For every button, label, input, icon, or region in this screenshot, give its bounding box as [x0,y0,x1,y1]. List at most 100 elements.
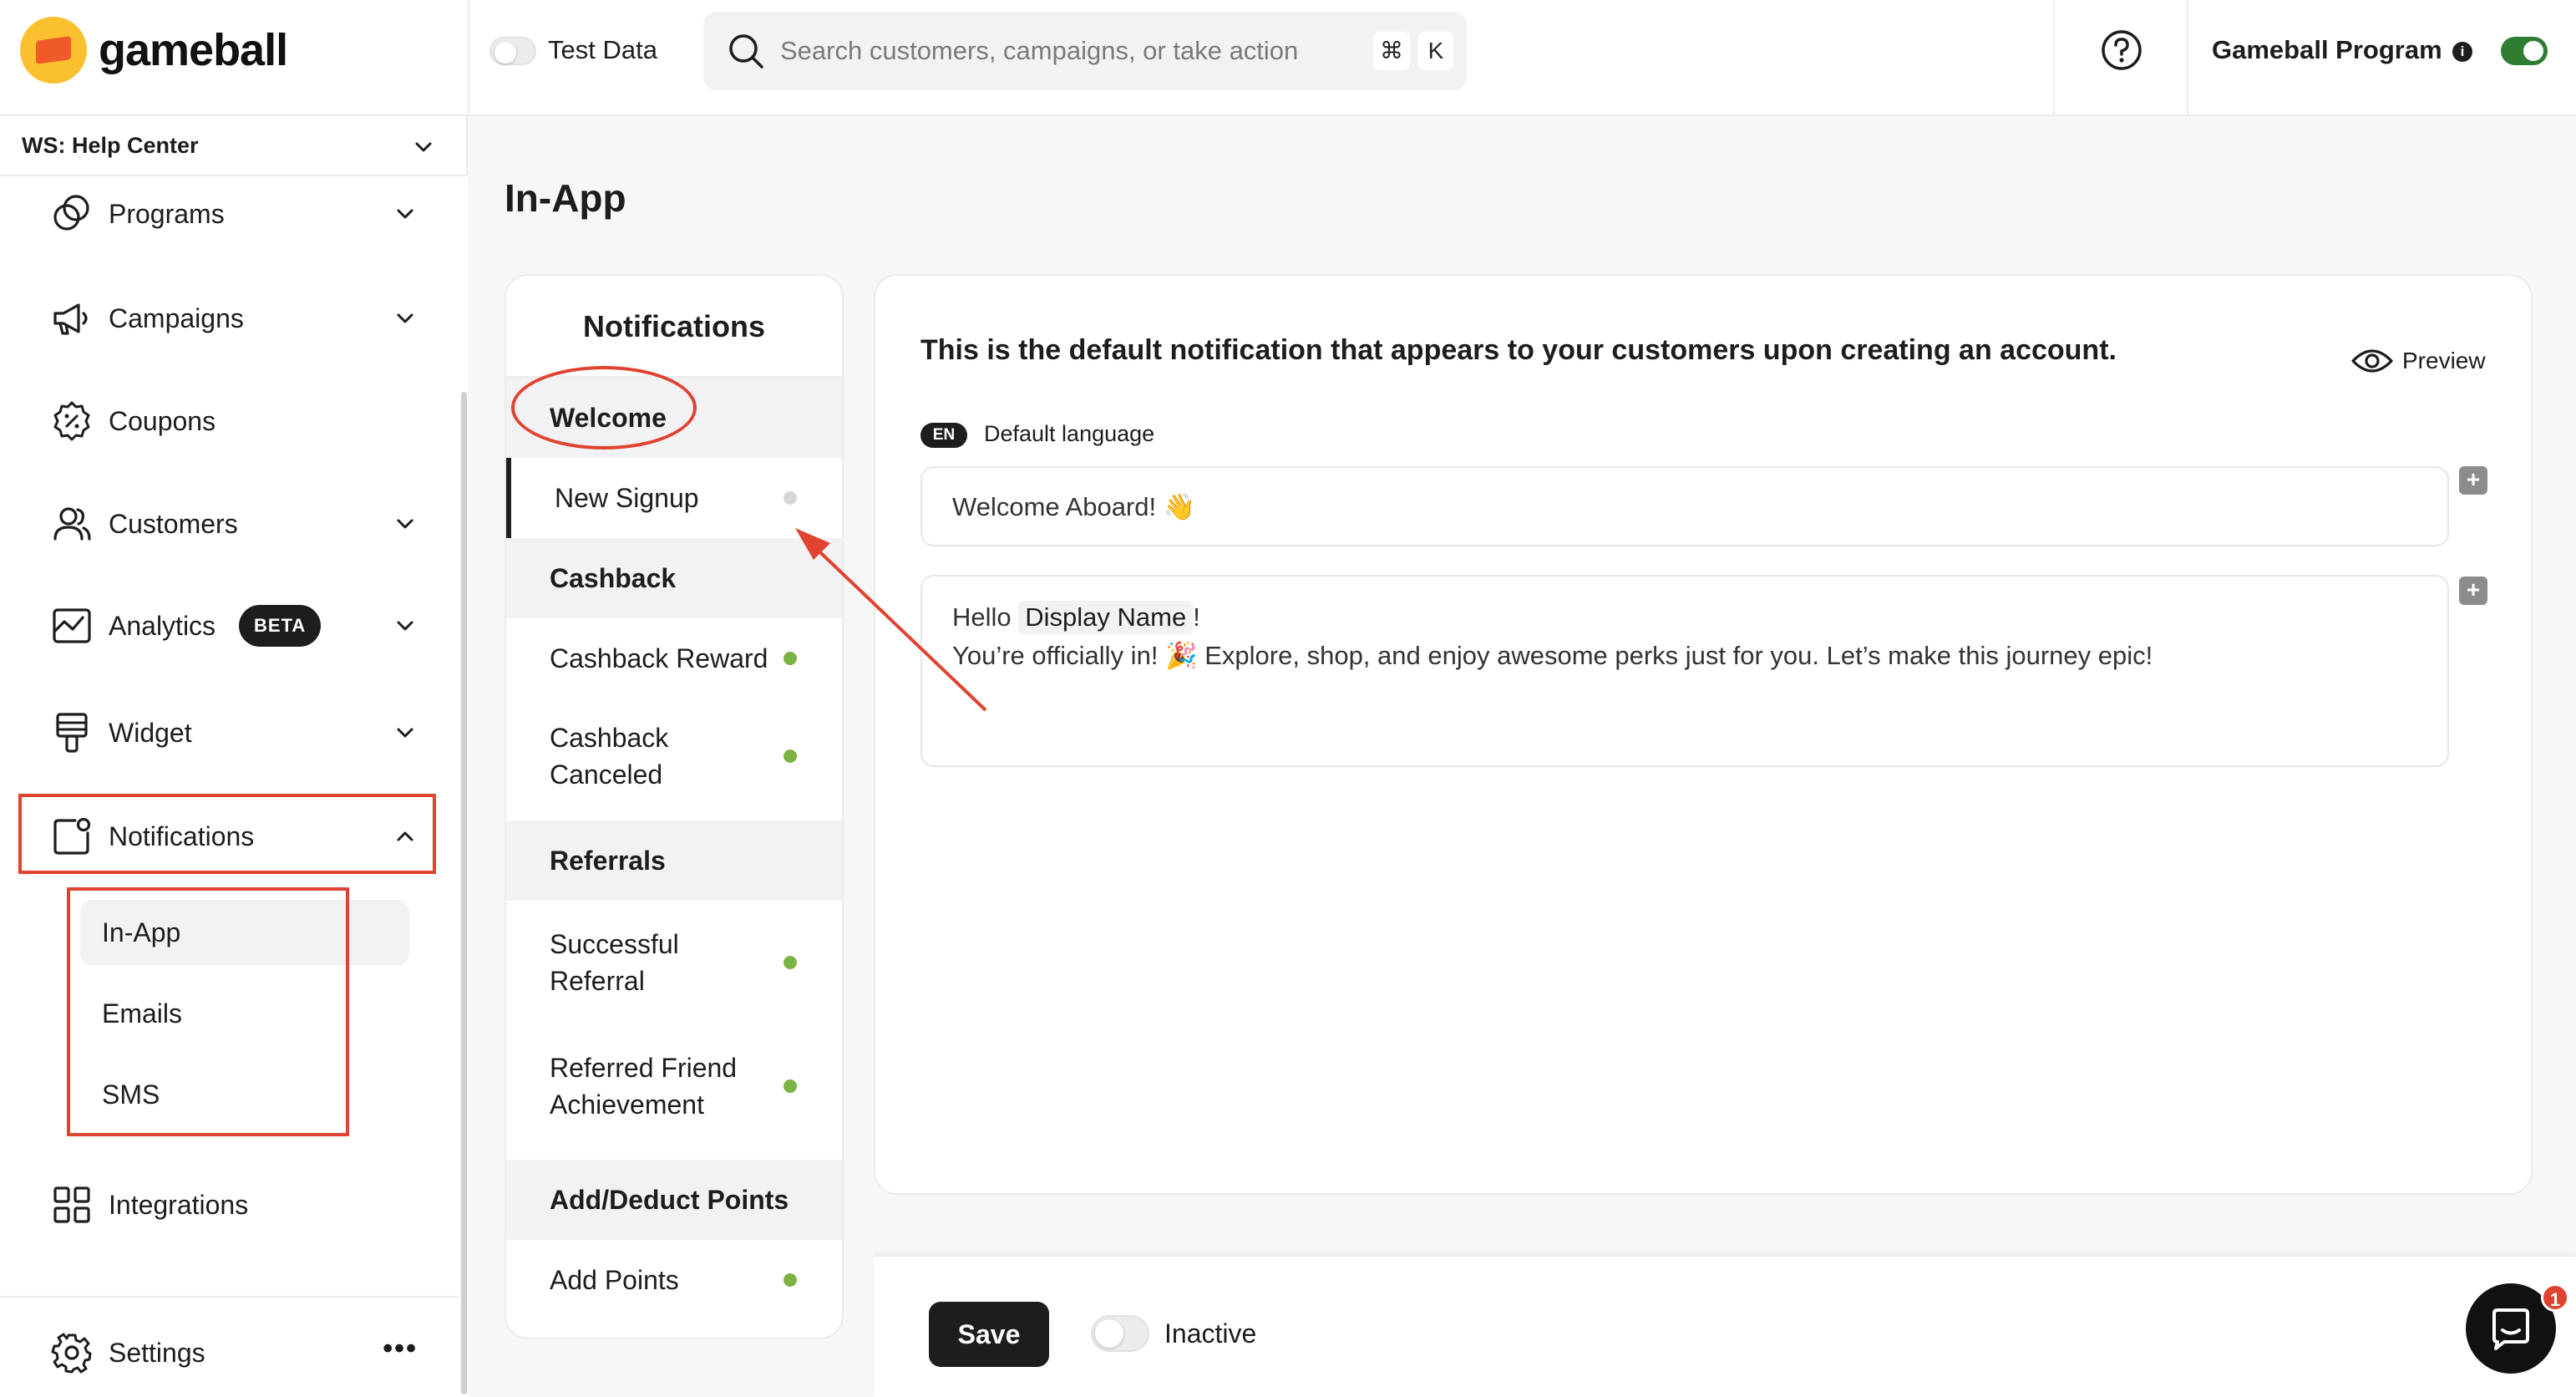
notification-item-successful-referral[interactable]: Successful Referral [506,901,842,1024]
workspace-label: WS: Help Center [22,133,199,158]
title-value: Welcome Aboard! 👋 [952,491,1196,521]
sidebar-scrollbar-thumb[interactable] [461,392,467,1394]
top-bar: gameball Test Data ⌘ K Gameball Program … [0,0,2576,116]
more-options-icon[interactable]: ••• [383,1333,418,1365]
notification-description: This is the default notification that ap… [920,334,2117,366]
notification-item-add-points[interactable]: Add Points [506,1240,842,1320]
body-line-1: Hello Display Name! [952,598,2417,637]
widget-icon [56,713,88,753]
users-icon [53,507,91,541]
chevron-down-icon [415,142,432,152]
variable-chip-display-name[interactable]: Display Name [1018,601,1194,634]
sidebar-item-label: Integrations [109,1189,249,1220]
chevron-down-icon [397,728,413,738]
notification-item-label: Cashback Reward [550,643,768,673]
search-input[interactable] [778,33,1313,69]
sidebar-item-label: Customers [109,508,238,539]
sidebar-item-label: Coupons [109,405,216,436]
save-button[interactable]: Save [929,1302,1049,1367]
test-data-label: Test Data [548,35,657,64]
program-enabled-toggle[interactable] [2501,37,2548,65]
workspace-selector[interactable]: WS: Help Center [0,116,468,176]
brand-logo[interactable]: gameball [20,17,288,84]
help-question-icon[interactable] [2100,28,2143,72]
programs-icon [53,195,89,231]
sidebar-subitem-in-app[interactable]: In-App [80,900,409,965]
divider [468,0,469,116]
body-line-2: You’re officially in! 🎉 Explore, shop, a… [952,641,2153,670]
divider [2053,0,2055,116]
add-variable-button[interactable]: + [2459,577,2487,605]
category-add-deduct-points: Add/Deduct Points [506,1160,842,1240]
notification-title-field[interactable]: Welcome Aboard! 👋 [920,466,2449,546]
notification-item-label: Successful Referral [550,929,679,996]
notification-item-label: Add Points [550,1265,679,1295]
sidebar-item-label: Analytics [109,610,216,641]
notification-item-cashback-canceled[interactable]: Cashback Canceled [506,698,842,814]
notification-item-label: Cashback Canceled [550,723,669,790]
notification-editor-card: This is the default notification that ap… [874,274,2533,1195]
sidebar-item-settings[interactable]: Settings ••• [50,1328,418,1378]
sidebar-item-programs[interactable]: Programs [50,189,418,239]
category-cashback: Cashback [506,538,842,618]
sidebar-item-integrations[interactable]: Integrations [50,1180,418,1230]
chat-notification-badge: 1 [2541,1283,2569,1312]
status-dot-active [783,749,797,763]
chevron-down-icon [397,621,413,631]
page-title: In-App [505,176,626,220]
sidebar-subitem-emails[interactable]: Emails [80,981,409,1046]
category-referrals: Referrals [506,820,842,901]
chevron-up-icon [397,831,413,841]
search-bar[interactable]: ⌘ K [703,12,1467,90]
coupon-icon [53,401,90,441]
sidebar-item-label: Settings [109,1337,205,1368]
body-greeting-end: ! [1193,602,1200,632]
test-data-toggle[interactable] [489,37,536,65]
divider [0,1296,459,1298]
chevron-down-icon [397,313,413,323]
notification-icon [53,817,91,855]
brand-name: gameball [99,25,288,75]
status-dot-active [783,652,797,665]
notification-item-referred-friend-achievement[interactable]: Referred Friend Achievement [506,1024,842,1148]
language-badge: EN [920,423,967,448]
language-label: Default language [984,421,1155,446]
shortcut-k-key: K [1418,32,1453,70]
footer-action-bar: Save Inactive [874,1255,2576,1397]
preview-button[interactable]: Preview [2350,344,2486,378]
notification-item-new-signup[interactable]: New Signup [506,458,842,538]
sidebar-item-customers[interactable]: Customers [50,499,418,549]
analytics-icon [53,608,91,643]
sidebar-item-notifications[interactable]: Notifications [50,811,418,861]
divider [2187,0,2188,116]
sidebar-item-campaigns[interactable]: Campaigns [50,293,418,343]
body-greeting: Hello [952,602,1012,632]
sidebar-item-analytics[interactable]: Analytics BETA [50,601,418,651]
chevron-down-icon [397,519,413,529]
status-label: Inactive [1164,1318,1257,1349]
sidebar-item-label: Notifications [109,820,255,851]
preview-label: Preview [2402,348,2486,373]
status-dot-active [783,1273,797,1287]
beta-badge: BETA [239,605,322,647]
grid-icon [53,1186,90,1223]
status-dot-active [783,956,797,969]
active-status-toggle[interactable] [1091,1315,1149,1352]
program-name: Gameball Program [2212,35,2442,64]
sidebar-item-label: Widget [109,717,192,748]
sidebar-subitem-sms[interactable]: SMS [80,1062,409,1127]
notification-item-label: Referred Friend Achievement [550,1053,738,1120]
info-icon[interactable]: i [2452,42,2472,62]
sidebar-item-widget[interactable]: Widget [50,708,418,758]
notification-item-cashback-reward[interactable]: Cashback Reward [506,618,842,698]
notifications-list-panel: Notifications Welcome New Signup Cashbac… [505,274,844,1339]
add-variable-button[interactable]: + [2459,466,2487,495]
notification-body-field[interactable]: Hello Display Name! You’re officially in… [920,575,2449,767]
selected-indicator [506,458,511,538]
sidebar-item-coupons[interactable]: Coupons [50,396,418,446]
megaphone-icon [53,303,88,335]
sidebar-item-label: Campaigns [109,302,244,333]
status-dot-inactive [783,491,797,505]
eye-icon [2351,349,2393,373]
sidebar: WS: Help Center Programs Campaigns Coupo… [0,116,468,1397]
